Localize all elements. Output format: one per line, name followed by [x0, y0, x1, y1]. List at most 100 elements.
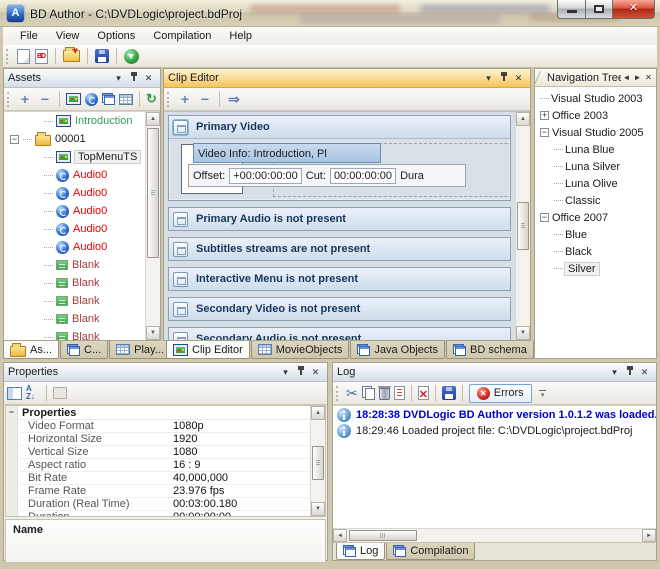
menu-options[interactable]: Options	[88, 28, 144, 44]
category-row[interactable]: − Properties	[6, 406, 325, 420]
property-value[interactable]: 1080p	[169, 420, 325, 432]
cut-icon[interactable]: ✂	[346, 385, 358, 401]
asset-item[interactable]: Audio0	[4, 238, 160, 256]
subtitles-header[interactable]: Subtitles streams are not present	[169, 238, 510, 260]
report-icon[interactable]	[393, 386, 405, 400]
scroll-left-icon[interactable]: ◄	[333, 529, 347, 542]
close-icon[interactable]: ✕	[511, 71, 526, 86]
menu-compilation[interactable]: Compilation	[144, 28, 220, 44]
property-row[interactable]: Duration 00:00:00:00	[6, 511, 325, 516]
remove-stream-button[interactable]: −	[197, 92, 213, 106]
new-bd-project-icon[interactable]: BD	[35, 48, 48, 64]
sort-alphabetical-icon[interactable]: A Z↓	[26, 385, 40, 401]
add-asset-button[interactable]: +	[17, 92, 33, 106]
collapse-icon[interactable]: −	[540, 128, 549, 137]
scroll-down-icon[interactable]: ▼	[516, 326, 530, 340]
collapse-icon[interactable]: −	[540, 213, 549, 222]
asset-item[interactable]: − 00001	[4, 130, 160, 148]
compile-icon[interactable]	[124, 48, 139, 64]
scroll-down-icon[interactable]: ▼	[146, 326, 160, 340]
tree-item[interactable]: Visual Studio 2003	[535, 90, 656, 107]
scroll-up-icon[interactable]: ▲	[311, 406, 325, 420]
interactive-menu-header[interactable]: Interactive Menu is not present	[169, 268, 510, 290]
tab-log[interactable]: Log	[336, 543, 386, 560]
asset-item[interactable]: Audio0	[4, 184, 160, 202]
pin-icon[interactable]	[622, 365, 637, 380]
asset-item[interactable]: Blank	[4, 328, 160, 340]
asset-item[interactable]: Blank	[4, 274, 160, 292]
property-value[interactable]: 00:00:00:00	[169, 511, 325, 516]
collapse-section-icon[interactable]	[173, 301, 188, 317]
add-subtitle-icon[interactable]	[102, 93, 115, 105]
asset-list-icon[interactable]	[119, 93, 133, 105]
property-row[interactable]: Video Format 1080p	[6, 420, 325, 433]
tab-clip-editor[interactable]: Clip Editor	[166, 341, 250, 359]
tab-right-icon[interactable]: ►	[632, 73, 643, 82]
tree-item[interactable]: Black	[535, 243, 656, 260]
clip-editor-panel-header[interactable]: Clip Editor ▾ ✕	[164, 69, 530, 88]
open-project-icon[interactable]	[63, 47, 80, 62]
maximize-button[interactable]	[586, 0, 613, 19]
tab-left-icon[interactable]: ◄	[621, 73, 632, 82]
tree-item[interactable]: Luna Blue	[535, 141, 656, 158]
scroll-up-icon[interactable]: ▲	[146, 112, 160, 126]
asset-item[interactable]: Audio0	[4, 166, 160, 184]
refresh-icon[interactable]: ↻	[146, 92, 157, 106]
clear-log-icon[interactable]: ✕	[417, 386, 429, 401]
tree-item[interactable]: − Office 2007	[535, 209, 656, 226]
tab-clips[interactable]: C...	[60, 341, 109, 359]
close-icon[interactable]: ✕	[308, 365, 323, 380]
errors-button[interactable]: ✕ Errors	[468, 383, 532, 403]
property-value[interactable]: 16 : 9	[169, 459, 325, 471]
add-stream-button[interactable]: +	[177, 92, 193, 106]
asset-item[interactable]: Blank	[4, 256, 160, 274]
asset-item[interactable]: Audio0	[4, 220, 160, 238]
new-project-icon[interactable]	[17, 48, 30, 64]
menu-help[interactable]: Help	[220, 28, 261, 44]
property-row[interactable]: Frame Rate 23.976 fps	[6, 485, 325, 498]
panel-menu-icon[interactable]: ▾	[607, 365, 622, 380]
scrollbar-thumb[interactable]	[349, 530, 417, 541]
cut-field[interactable]: 00:00:00:00	[329, 167, 397, 184]
asset-item[interactable]: Audio0	[4, 202, 160, 220]
property-value[interactable]: 23.976 fps	[169, 485, 325, 497]
tree-item[interactable]: Luna Silver	[535, 158, 656, 175]
panel-menu-icon[interactable]: ▾	[481, 71, 496, 86]
primary-audio-header[interactable]: Primary Audio is not present	[169, 208, 510, 230]
property-row[interactable]: Aspect ratio 16 : 9	[6, 459, 325, 472]
delete-icon[interactable]	[377, 386, 391, 400]
property-value[interactable]: 1080	[169, 446, 325, 458]
tree-item[interactable]: + Office 2003	[535, 107, 656, 124]
pin-icon[interactable]	[293, 365, 308, 380]
remove-asset-button[interactable]: −	[37, 92, 53, 106]
collapse-section-icon[interactable]	[173, 241, 188, 257]
add-video-icon[interactable]	[66, 93, 81, 105]
assets-panel-header[interactable]: Assets ▾ ✕	[4, 69, 160, 88]
log-entry[interactable]: 18:29:46 Loaded project file: C:\DVDLogi…	[333, 422, 656, 438]
tree-item[interactable]: Classic	[535, 192, 656, 209]
close-icon[interactable]: ✕	[141, 71, 156, 86]
tab-assets[interactable]: As...	[3, 341, 60, 359]
tree-item[interactable]: Luna Olive	[535, 175, 656, 192]
close-icon[interactable]: ✕	[637, 365, 652, 380]
copy-icon[interactable]	[361, 386, 375, 400]
scrollbar-thumb[interactable]	[517, 202, 529, 250]
video-info-bar[interactable]: Video Info: Introduction, Pl	[193, 143, 381, 163]
collapse-icon[interactable]: −	[10, 134, 19, 144]
pin-icon[interactable]	[496, 71, 511, 86]
property-row[interactable]: Bit Rate 40,000,000	[6, 472, 325, 485]
log-horizontal-scrollbar[interactable]: ◄ ►	[333, 528, 656, 542]
collapse-icon[interactable]: −	[6, 406, 18, 419]
menu-file[interactable]: File	[11, 28, 47, 44]
collapse-section-icon[interactable]	[173, 331, 188, 340]
scroll-up-icon[interactable]: ▲	[516, 112, 530, 126]
scroll-right-icon[interactable]: ►	[642, 529, 656, 542]
asset-item[interactable]: TopMenuTS	[4, 148, 160, 166]
collapse-section-icon[interactable]	[173, 119, 188, 135]
assets-scrollbar[interactable]: ▲ ▼	[145, 112, 160, 340]
property-row[interactable]: Horizontal Size 1920	[6, 433, 325, 446]
toolbar-overflow-icon[interactable]: ▾	[536, 388, 550, 399]
property-pages-icon[interactable]	[53, 387, 67, 399]
save-log-icon[interactable]	[441, 386, 456, 400]
primary-video-header[interactable]: Primary Video	[169, 116, 510, 138]
